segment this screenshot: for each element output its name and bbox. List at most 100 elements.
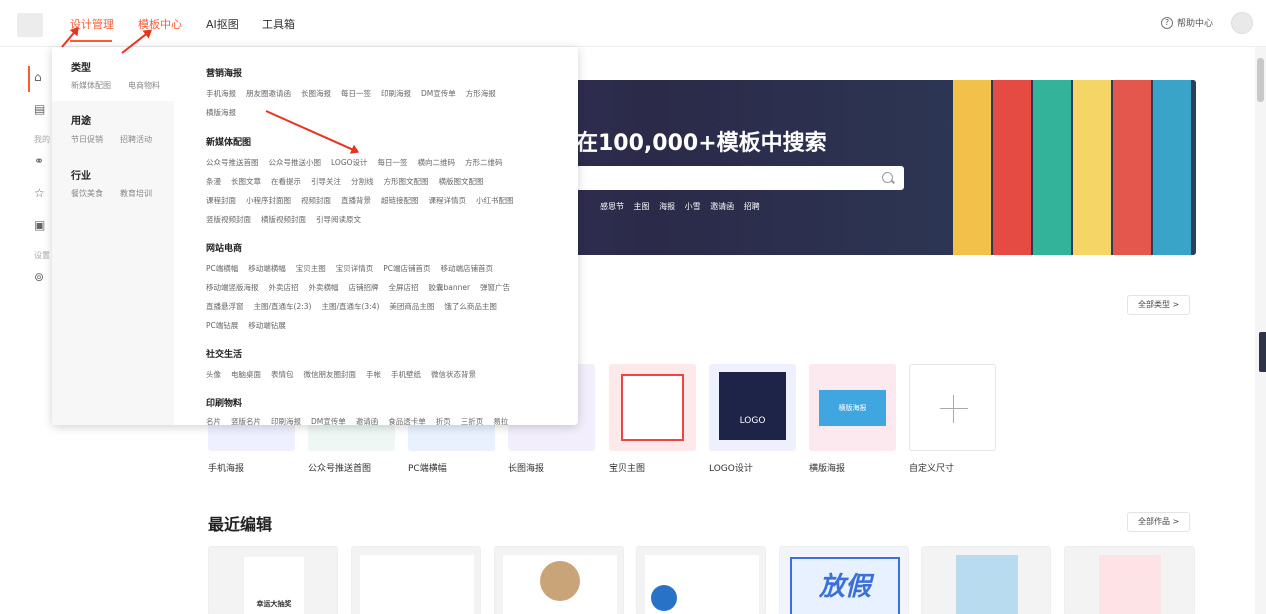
dd-link[interactable]: 引导关注 [311,177,341,186]
dd-link[interactable]: 折页 [436,417,451,425]
tag[interactable]: 主图 [634,202,650,211]
dd-link[interactable]: DM宣传单 [311,417,346,425]
tag[interactable]: 海报 [659,202,675,211]
all-types-button[interactable]: 全部类型 > [1127,295,1191,315]
dd-link[interactable]: 直播悬浮窗 [206,302,244,311]
image-icon[interactable]: ▣ [34,218,48,232]
dd-link[interactable]: 邀请函 [356,417,379,425]
dd-link[interactable]: DM宣传单 [421,89,456,98]
dd-link[interactable]: 移动端钻展 [248,321,286,330]
search-icon[interactable] [882,172,893,183]
dd-link[interactable]: 方形海报 [466,89,496,98]
dd-link[interactable]: 宝贝详情页 [336,264,374,273]
dd-link[interactable]: 头像 [206,370,221,379]
dd-link[interactable]: 外卖店招 [269,283,299,292]
side-feedback-tab[interactable] [1259,332,1266,372]
dd-link[interactable]: 小红书配图 [476,196,514,205]
dd-link[interactable]: 在看提示 [271,177,301,186]
file-icon[interactable]: ▤ [34,102,48,116]
all-works-button[interactable]: 全部作品 > [1127,512,1191,532]
dd-link[interactable]: 每日一签 [341,89,371,98]
dd-link[interactable]: 微信状态背景 [431,370,476,379]
dd-link[interactable]: 横版图文配图 [439,177,484,186]
dd-link[interactable]: 胶囊banner [429,283,471,292]
recent-card[interactable] [494,546,624,614]
dd-link[interactable]: 微信朋友圈封面 [304,370,357,379]
dd-link[interactable]: 引导阅读原文 [316,215,361,224]
type-thumb-custom-size[interactable] [909,364,996,451]
dd-link[interactable]: 移动端竖版海报 [206,283,259,292]
search-input[interactable] [576,166,904,190]
dd-link[interactable]: 外卖横幅 [309,283,339,292]
dd-link[interactable]: 横向二维码 [418,158,456,167]
avatar[interactable] [1231,12,1253,34]
dd-link[interactable]: 表情包 [271,370,294,379]
settings-icon[interactable]: ⊚ [34,270,48,284]
dd-cat-industry[interactable]: 行业 [71,167,91,182]
dd-link[interactable]: 易拉 [493,417,508,425]
dd-link[interactable]: PC端钻展 [206,321,238,330]
dd-link[interactable]: 弹窗广告 [480,283,510,292]
home-icon[interactable]: ⌂ [34,70,48,84]
dd-link[interactable]: 手机壁纸 [391,370,421,379]
dd-link[interactable]: 印刷海报 [381,89,411,98]
dd-cat-type[interactable]: 类型 [71,59,91,74]
tag[interactable]: 感恩节 [600,202,624,211]
dd-link[interactable]: 方形二维码 [465,158,503,167]
dd-link[interactable]: 主图/直通车(2:3) [254,302,312,311]
recent-card[interactable] [921,546,1051,614]
dd-link[interactable]: 竖版名片 [231,417,261,425]
dd-link[interactable]: 直播背景 [341,196,371,205]
dd-link[interactable]: 课程封面 [206,196,236,205]
dd-link[interactable]: 条漫 [206,177,221,186]
dd-link[interactable]: 印刷海报 [271,417,301,425]
type-thumb-product-main[interactable] [609,364,696,451]
dd-link[interactable]: 长图海报 [301,89,331,98]
dd-link[interactable]: 视频封面 [301,196,331,205]
dd-link[interactable]: PC端店铺首页 [383,264,430,273]
dd-link[interactable]: 朋友圈邀请函 [246,89,291,98]
dd-link[interactable]: 店铺招牌 [349,283,379,292]
dd-link[interactable]: LOGO设计 [331,158,368,167]
recent-card[interactable] [351,546,481,614]
link-icon[interactable]: ⚭ [34,154,48,168]
nav-toolbox[interactable]: 工具箱 [262,16,295,32]
dd-link[interactable]: 横版视频封面 [261,215,306,224]
dd-link[interactable]: 小程序封面图 [246,196,291,205]
tag[interactable]: 小雪 [685,202,701,211]
dd-link[interactable]: 三折页 [461,417,484,425]
scroll-thumb[interactable] [1257,58,1264,102]
recent-card[interactable] [1064,546,1195,614]
dd-link[interactable]: 美团商品主图 [389,302,434,311]
dd-sub[interactable]: 节日促销 [71,134,103,145]
type-thumb-horizontal-poster[interactable]: 横版海报 [809,364,896,451]
dd-link[interactable]: 移动端店铺首页 [441,264,494,273]
dd-link[interactable]: 名片 [206,417,221,425]
dd-sub[interactable]: 教育培训 [120,188,152,199]
dd-link[interactable]: 公众号推送小图 [269,158,322,167]
dd-sub[interactable]: 餐饮美食 [71,188,103,199]
dd-link[interactable]: 长图文章 [231,177,261,186]
dd-link[interactable]: 全屏店招 [389,283,419,292]
dd-link[interactable]: 方形图文配图 [384,177,429,186]
dd-link[interactable]: 电脑桌面 [231,370,261,379]
help-center[interactable]: ? 帮助中心 [1161,16,1213,29]
dd-link[interactable]: 手机海报 [206,89,236,98]
type-thumb-logo[interactable]: LOGO [709,364,796,451]
dd-link[interactable]: 公众号推送首图 [206,158,259,167]
dd-sub[interactable]: 招聘活动 [120,134,152,145]
dd-sub[interactable]: 电商物料 [128,80,160,91]
tag[interactable]: 招聘 [744,202,760,211]
dd-link[interactable]: 超链接配图 [381,196,419,205]
dd-link[interactable]: 竖版视频封面 [206,215,251,224]
star-icon[interactable]: ☆ [34,186,48,200]
dd-link[interactable]: 课程详情页 [429,196,467,205]
tag[interactable]: 邀请函 [710,202,734,211]
page-scrollbar[interactable] [1255,47,1266,614]
dd-link[interactable]: 饿了么商品主图 [444,302,497,311]
nav-ai-cutout[interactable]: AI抠图 [206,16,239,32]
recent-card[interactable]: 幸运大抽奖 [208,546,338,614]
dd-link[interactable]: 横版海报 [206,108,236,117]
dd-link[interactable]: 分割线 [351,177,374,186]
dd-link[interactable]: 手帐 [366,370,381,379]
